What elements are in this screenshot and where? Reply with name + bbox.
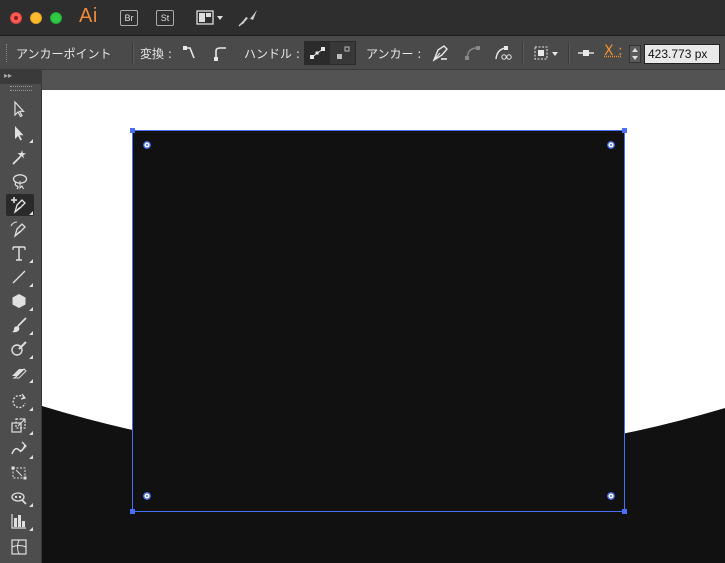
convert-to-corner-icon[interactable] (180, 42, 200, 64)
x-stepper[interactable] (629, 45, 641, 63)
connect-anchor-points-icon[interactable] (462, 42, 482, 64)
warp-tool[interactable] (6, 438, 34, 460)
rotate-tool-icon (12, 393, 27, 409)
paintbrush-tool[interactable] (6, 314, 34, 336)
blob-brush-tool[interactable] (6, 338, 34, 360)
selection-tool-icon (14, 100, 25, 118)
anchor-label: アンカー : (366, 47, 422, 61)
gpu-performance-icon[interactable] (237, 8, 259, 28)
eraser-tool-icon (12, 368, 27, 379)
workspace-layout-icon[interactable] (196, 9, 226, 27)
symbol-sprayer-tool-icon (11, 492, 27, 505)
app-logo: Ai (79, 5, 98, 27)
convert-label: 変換 : (140, 47, 172, 61)
warp-tool-icon (11, 441, 27, 455)
selected-rectangle (133, 130, 624, 511)
tools-panel (0, 84, 42, 563)
lasso-tool[interactable] (6, 170, 34, 192)
scale-tool[interactable] (6, 414, 34, 436)
free-transform-tool-icon (11, 466, 27, 480)
bridge-button[interactable]: Br (120, 10, 138, 26)
align-anchor-points-icon[interactable] (576, 42, 596, 64)
blob-brush-tool-icon (11, 341, 27, 356)
zoom-window-button[interactable] (50, 12, 62, 24)
canvas-artwork (42, 128, 725, 563)
symbol-sprayer-tool[interactable] (6, 486, 34, 508)
canvas-pasteboard-top (42, 70, 725, 90)
scale-tool-icon (11, 418, 26, 433)
magic-wand-tool[interactable] (6, 146, 34, 168)
add-anchor-point-pen-tool-icon (11, 197, 26, 214)
artboard-canvas[interactable] (42, 90, 725, 563)
handle-toggle-group (304, 41, 356, 65)
type-tool[interactable] (6, 242, 34, 264)
hide-handles-button[interactable] (331, 42, 356, 64)
stock-button[interactable]: St (156, 10, 174, 26)
polygon-tool-icon (12, 294, 26, 308)
eraser-tool[interactable] (6, 362, 34, 384)
divider (568, 42, 570, 64)
show-handles-button[interactable] (305, 42, 330, 64)
close-window-button[interactable] (10, 12, 22, 24)
tools-panel-grip[interactable] (10, 86, 32, 91)
bounding-box-handle (130, 509, 135, 514)
convert-to-smooth-icon[interactable] (210, 42, 230, 64)
mesh-tool[interactable] (6, 536, 34, 558)
direct-selection-tool[interactable] (6, 122, 34, 144)
minimize-window-button[interactable] (30, 12, 42, 24)
magic-wand-tool-icon (12, 150, 26, 165)
live-corner-widget (607, 141, 615, 149)
selection-tool[interactable] (6, 98, 34, 120)
line-segment-tool[interactable] (6, 266, 34, 288)
title-bar: Ai Br St (0, 0, 725, 36)
divider (522, 42, 524, 64)
cut-path-at-anchor-icon[interactable] (492, 42, 512, 64)
rotate-tool[interactable] (6, 390, 34, 412)
control-bar: アンカーポイント 変換 : ハンドル : アンカー : X : 423.773 … (0, 36, 725, 70)
tools-panel-header: ▸▸ (0, 70, 42, 84)
live-corner-widget (143, 141, 151, 149)
live-corner-widget (143, 492, 151, 500)
column-graph-tool-icon (11, 514, 26, 529)
divider (132, 42, 134, 64)
curvature-pen-tool-icon (10, 221, 26, 238)
x-coordinate-input[interactable]: 423.773 px (644, 44, 720, 64)
lasso-tool-icon (12, 174, 28, 190)
expand-panel-icon[interactable]: ▸▸ (4, 71, 12, 80)
remove-anchor-point-icon[interactable] (430, 42, 450, 64)
isolate-selection-icon[interactable] (533, 42, 561, 64)
bounding-box-handle (130, 128, 135, 133)
direct-selection-tool-icon (15, 126, 24, 141)
bounding-box-handle (622, 128, 627, 133)
control-bar-grip[interactable] (6, 44, 9, 62)
x-coordinate-label: X : (604, 43, 623, 59)
mesh-tool-icon (11, 539, 27, 555)
line-segment-tool-icon (12, 270, 26, 284)
curvature-tool[interactable] (6, 218, 34, 240)
free-transform-tool[interactable] (6, 462, 34, 484)
column-graph-tool[interactable] (6, 510, 34, 532)
handle-label: ハンドル : (244, 47, 300, 61)
polygon-tool[interactable] (6, 290, 34, 312)
bounding-box-handle (622, 509, 627, 514)
live-corner-widget (607, 492, 615, 500)
tool-name-label: アンカーポイント (16, 47, 112, 61)
type-tool-icon (12, 246, 26, 261)
paintbrush-tool-icon (12, 317, 27, 333)
add-anchor-point-tool[interactable] (6, 194, 34, 216)
